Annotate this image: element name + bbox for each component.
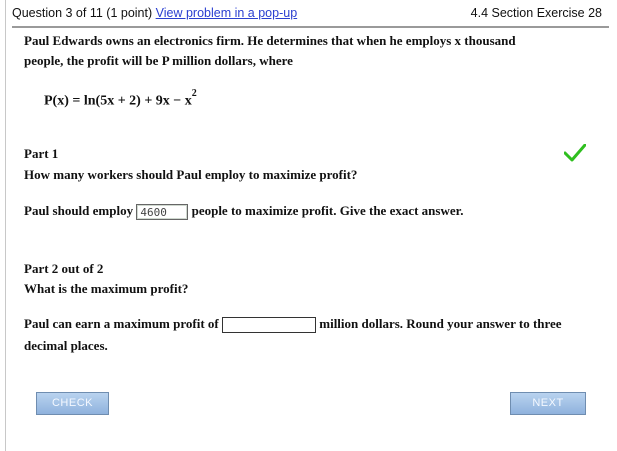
part2-answer-row: Paul can earn a maximum profit of millio… — [24, 316, 562, 334]
part1-answer-prefix: Paul should employ — [24, 203, 134, 218]
part2-title: Part 2 out of 2 — [24, 261, 104, 276]
problem-text-line-1: Paul Edwards owns an electronics firm. H… — [24, 33, 516, 48]
problem-text-line-2: people, the profit will be P million dol… — [24, 53, 293, 68]
question-label: Question 3 of 11 (1 point) — [12, 6, 153, 20]
part1-answer-suffix: people to maximize profit. Give the exac… — [191, 203, 464, 218]
part1-answer-field[interactable]: 4600 — [136, 204, 189, 221]
part2-answer-field[interactable] — [222, 317, 316, 334]
part2-question: What is the maximum profit? — [24, 281, 189, 296]
part1-question: How many workers should Paul employ to m… — [24, 167, 358, 182]
part1-title: Part 1 — [24, 146, 59, 161]
formula-exponent: 2 — [191, 88, 197, 99]
part2-answer-prefix: Paul can earn a maximum profit of — [24, 316, 219, 331]
part2-answer-suffix-line-2: decimal places. — [24, 338, 108, 353]
part2-answer-suffix: million dollars. Round your answer to th… — [319, 316, 562, 331]
profit-formula: P(x) = ln(5x + 2) + 9x − x2 — [44, 88, 197, 110]
view-popup-link[interactable]: View problem in a pop-up — [156, 6, 298, 20]
check-button[interactable]: CHECK — [36, 392, 109, 415]
question-title: Question 3 of 11 (1 point) View problem … — [12, 6, 297, 20]
formula-body: P(x) = ln(5x + 2) + 9x − x — [44, 93, 192, 109]
next-button[interactable]: NEXT — [510, 392, 586, 415]
part1-answer-row: Paul should employ 4600 people to maximi… — [24, 203, 464, 221]
question-header: Question 3 of 11 (1 point) View problem … — [12, 6, 612, 24]
header-divider — [12, 26, 609, 28]
green-check-icon — [564, 144, 586, 162]
section-label: 4.4 Section Exercise 28 — [470, 6, 602, 20]
